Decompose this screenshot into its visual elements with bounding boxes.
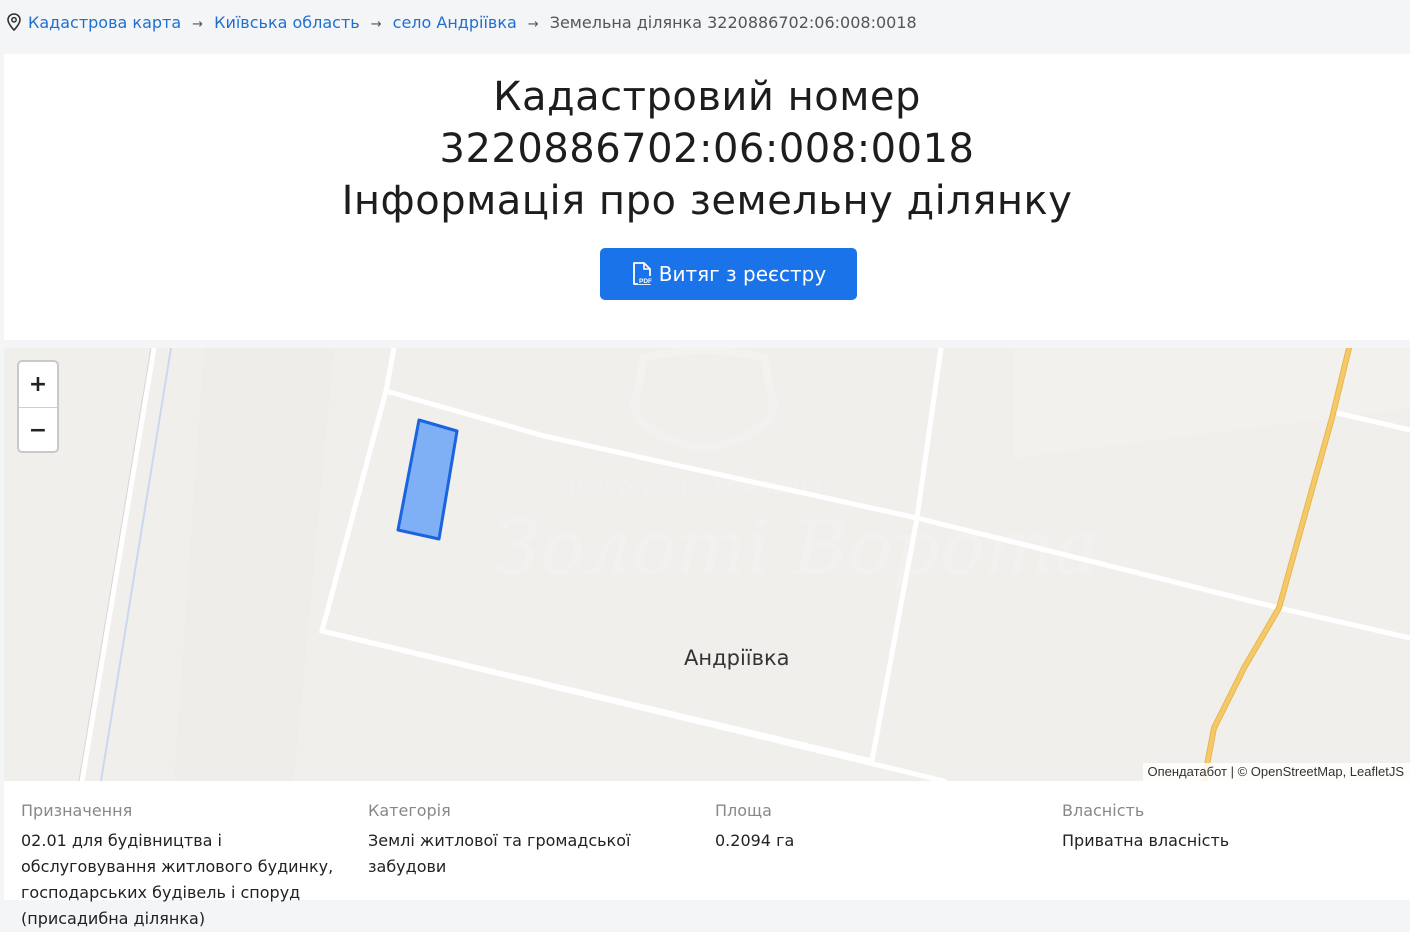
breadcrumb: Кадастрова карта → Київська область → се… xyxy=(0,0,1410,44)
detail-purpose: Призначення 02.01 для будівництва і обсл… xyxy=(21,801,351,932)
attribution-separator: | © xyxy=(1227,764,1251,779)
detail-value: Приватна власність xyxy=(1062,828,1392,854)
breadcrumb-link-village[interactable]: село Андріївка xyxy=(393,13,517,32)
zoom-out-button[interactable]: − xyxy=(19,408,57,453)
registry-extract-button[interactable]: PDF Витяг з реєстру xyxy=(600,248,857,300)
parcel-details: Призначення 02.01 для будівництва і обсл… xyxy=(4,781,1410,900)
detail-value: Землі житлової та громадської забудови xyxy=(368,828,708,880)
detail-label: Категорія xyxy=(368,801,708,820)
detail-value: 0.2094 га xyxy=(715,828,1045,854)
zoom-control: + − xyxy=(17,360,59,453)
detail-label: Площа xyxy=(715,801,1045,820)
detail-value: 02.01 для будівництва і обслуговування ж… xyxy=(21,828,351,932)
map-place-label: Андріївка xyxy=(684,646,790,670)
attribution-link-osm[interactable]: OpenStreetMap xyxy=(1251,764,1343,779)
detail-ownership: Власність Приватна власність xyxy=(1062,801,1392,854)
page-title: Кадастровий номер xyxy=(4,74,1410,120)
breadcrumb-separator: → xyxy=(371,17,382,32)
breadcrumb-link-region[interactable]: Київська область xyxy=(214,13,360,32)
location-pin-icon xyxy=(6,13,22,31)
watermark-tagline: рієлторська компанія xyxy=(569,474,822,499)
map-tiles: рієлторська компанія Золоті Ворота xyxy=(4,348,1410,781)
cadastral-map[interactable]: рієлторська компанія Золоті Ворота + − А… xyxy=(4,348,1410,781)
breadcrumb-separator: → xyxy=(192,17,203,32)
breadcrumb-current: Земельна ділянка 3220886702:06:008:0018 xyxy=(550,13,917,32)
breadcrumb-link-cadastral-map[interactable]: Кадастрова карта xyxy=(28,13,181,32)
zoom-in-button[interactable]: + xyxy=(19,362,57,408)
pdf-file-icon: PDF xyxy=(631,262,653,286)
watermark-brand: Золоті Ворота xyxy=(494,505,1099,591)
detail-category: Категорія Землі житлової та громадської … xyxy=(368,801,708,880)
breadcrumb-separator: → xyxy=(528,17,539,32)
svg-text:PDF: PDF xyxy=(639,278,652,285)
parcel-header: Кадастровий номер 3220886702:06:008:0018… xyxy=(4,54,1410,340)
attribution-link-opendatabot[interactable]: Опендатабот xyxy=(1148,764,1227,779)
detail-label: Призначення xyxy=(21,801,351,820)
detail-area: Площа 0.2094 га xyxy=(715,801,1045,854)
registry-extract-label: Витяг з реєстру xyxy=(659,262,826,286)
page-subtitle: Інформація про земельну ділянку xyxy=(4,178,1410,224)
detail-label: Власність xyxy=(1062,801,1392,820)
attribution-comma: , xyxy=(1343,764,1350,779)
cadastral-number: 3220886702:06:008:0018 xyxy=(4,126,1410,172)
attribution-link-leaflet[interactable]: LeafletJS xyxy=(1350,764,1404,779)
map-attribution: Опендатабот | © OpenStreetMap, LeafletJS xyxy=(1143,763,1410,781)
